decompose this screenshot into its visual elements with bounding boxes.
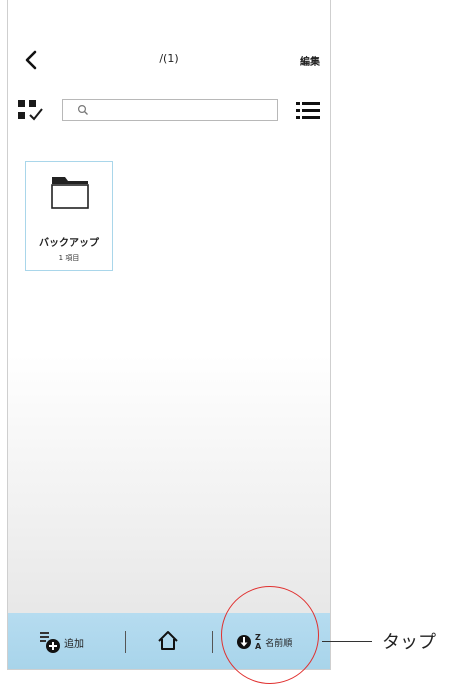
folder-item-count: 1 項目 — [58, 254, 80, 262]
multi-select-check-icon — [18, 100, 43, 121]
folder-icon — [51, 177, 89, 209]
page-title: /(1) — [159, 52, 179, 65]
list-view-button[interactable] — [294, 98, 322, 124]
header: /(1) 編集 — [8, 46, 330, 76]
add-label: 追加 — [64, 638, 84, 650]
home-icon — [158, 631, 178, 650]
folder-name: バックアップ — [39, 238, 99, 249]
divider — [125, 631, 126, 653]
add-document-icon — [40, 632, 60, 653]
annotation-leader-line — [322, 641, 372, 642]
divider — [212, 631, 213, 653]
edit-button[interactable]: 編集 — [300, 53, 320, 68]
annotation-circle — [221, 586, 319, 684]
phone-screen: /(1) 編集 バックアップ 1 項目 追加 Z A 名前順 — [7, 0, 331, 670]
multi-select-button[interactable] — [16, 98, 50, 124]
folder-item[interactable]: バックアップ 1 項目 — [25, 161, 113, 271]
annotation-label: タップ — [382, 632, 436, 653]
toolbar — [8, 96, 330, 128]
add-button[interactable]: 追加 — [38, 629, 84, 655]
home-button[interactable] — [154, 627, 182, 655]
search-field[interactable] — [62, 99, 278, 121]
list-view-icon — [296, 102, 320, 119]
search-icon — [77, 104, 88, 115]
search-input[interactable] — [95, 101, 271, 119]
